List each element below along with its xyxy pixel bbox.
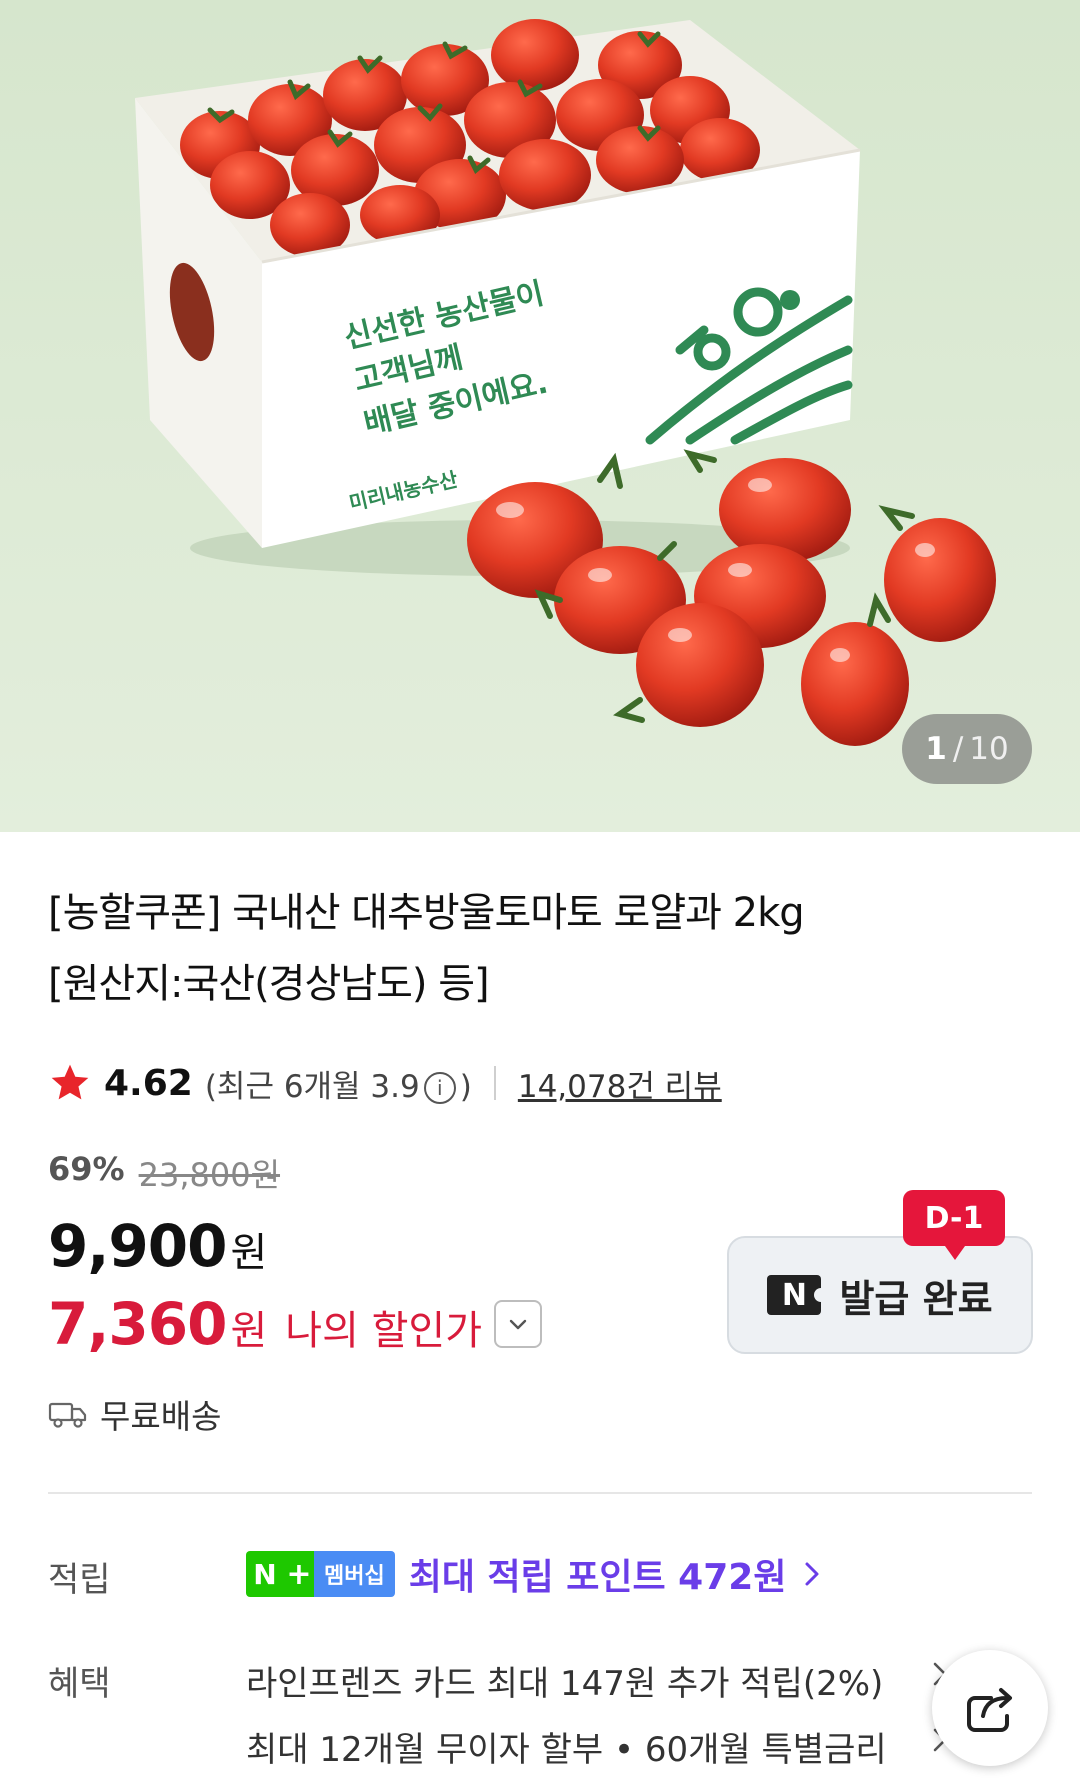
star-icon (51, 1064, 89, 1100)
my-price-value: 7,360 (48, 1290, 227, 1358)
sale-price: 9,900 원 (48, 1212, 267, 1280)
image-counter-separator: / (952, 731, 964, 767)
shipping-info: 무료배송 (48, 1390, 221, 1438)
tomato-box-illustration (0, 0, 1080, 832)
naver-n-logo: N (767, 1275, 829, 1315)
badge-n: N (246, 1551, 284, 1597)
rating-row: 4.62 (최근 6개월 3.9 i) 14,078건 리뷰 (48, 1058, 722, 1108)
truck-icon (48, 1402, 87, 1428)
dday-badge: D-1 (903, 1190, 1005, 1260)
image-counter-current: 1 (925, 731, 947, 767)
sale-price-value: 9,900 (48, 1212, 227, 1280)
points-row[interactable]: N + 멤버십 최대 적립 포인트 472원 (246, 1548, 824, 1600)
price-detail-toggle[interactable] (494, 1300, 542, 1348)
original-price: 23,800원 (138, 1156, 281, 1194)
coupon-issued-button[interactable]: N 발급 완료 (727, 1236, 1033, 1354)
my-price-unit: 원 (230, 1308, 268, 1354)
recent-rating-text: (최근 6개월 3.9 (204, 1068, 420, 1105)
share-button[interactable] (932, 1650, 1048, 1766)
max-points-text: 최대 적립 포인트 472원 (408, 1557, 787, 1598)
chevron-down-icon (509, 1319, 527, 1330)
review-count-link[interactable]: 14,078건 리뷰 (518, 1061, 722, 1106)
naver-plus-membership-badge: N + 멤버십 (246, 1551, 395, 1597)
my-price-label: 나의 할인가 (285, 1308, 482, 1354)
points-section-label: 적립 (48, 1560, 111, 1600)
rating-score: 4.62 (104, 1062, 193, 1104)
sale-price-unit: 원 (230, 1230, 268, 1276)
divider (493, 1066, 496, 1100)
recent-rating-close: ) (459, 1068, 472, 1105)
product-title: [농할쿠폰] 국내산 대추방울토마토 로얄과 2kg [원산지:국산(경상남도)… (48, 878, 1038, 1020)
my-discount-price: 7,360 원 나의 할인가 (48, 1290, 542, 1358)
shipping-label: 무료배송 (100, 1397, 222, 1436)
discount-rate: 69% (48, 1150, 125, 1188)
share-icon (967, 1688, 1012, 1732)
image-counter: 1 / 10 (902, 714, 1032, 784)
product-image[interactable]: 신선한 농산물이 고객님께 배달 중이에요. 미리내농수산 1 / 10 (0, 0, 1080, 832)
image-counter-total: 10 (969, 731, 1009, 767)
badge-plus: + (284, 1551, 314, 1597)
chevron-right-icon (805, 1562, 819, 1586)
info-icon[interactable]: i (423, 1072, 456, 1104)
coupon-status-label: 발급 완료 (839, 1276, 993, 1321)
recent-rating: (최근 6개월 3.9 i) (205, 1061, 472, 1106)
badge-membership: 멤버십 (314, 1551, 395, 1597)
section-divider (48, 1492, 1032, 1494)
product-title-line: [농할쿠폰] 국내산 대추방울토마토 로얄과 2kg (48, 890, 805, 936)
product-title-line: [원산지:국산(경상남도) 등] (48, 961, 490, 1007)
card-benefit[interactable]: 라인프렌즈 카드 최대 147원 추가 적립(2%) (246, 1656, 883, 1705)
benefits-section-label: 혜택 (48, 1664, 111, 1704)
installment-benefit[interactable]: 최대 12개월 무이자 할부 • 60개월 특별금리 (246, 1722, 887, 1771)
discount-row: 69% 23,800원 (48, 1150, 280, 1196)
